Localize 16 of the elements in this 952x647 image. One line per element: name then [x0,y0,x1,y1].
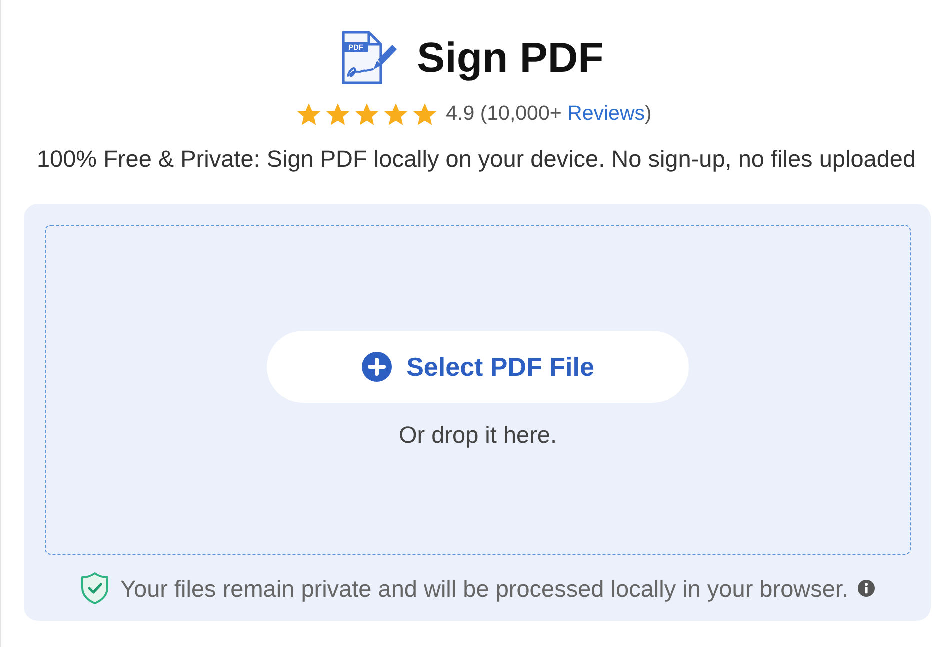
page-title: Sign PDF [417,33,604,83]
star-icon [413,102,438,126]
shield-check-icon [80,572,108,605]
plus-icon [362,352,392,382]
privacy-note: Your files remain private and will be processed locally in your browser. [120,574,848,602]
drop-hint-text: Or drop it here. [398,421,558,449]
star-icon [355,102,380,126]
tagline-text: 100% Free & Private: Sign PDF locally on your device. No sign-up, no files uploaded [36,145,916,173]
rating-text: 4.9 (10,000+ Reviews) [446,102,652,126]
star-icon [326,102,350,126]
select-file-button[interactable]: Select PDF File [267,331,689,403]
drop-zone[interactable]: Select PDF File Or drop it here. [45,225,911,555]
star-icon [297,102,322,126]
info-icon[interactable] [858,580,876,597]
reviews-link[interactable]: Reviews [568,102,646,125]
star-icon [384,102,408,126]
